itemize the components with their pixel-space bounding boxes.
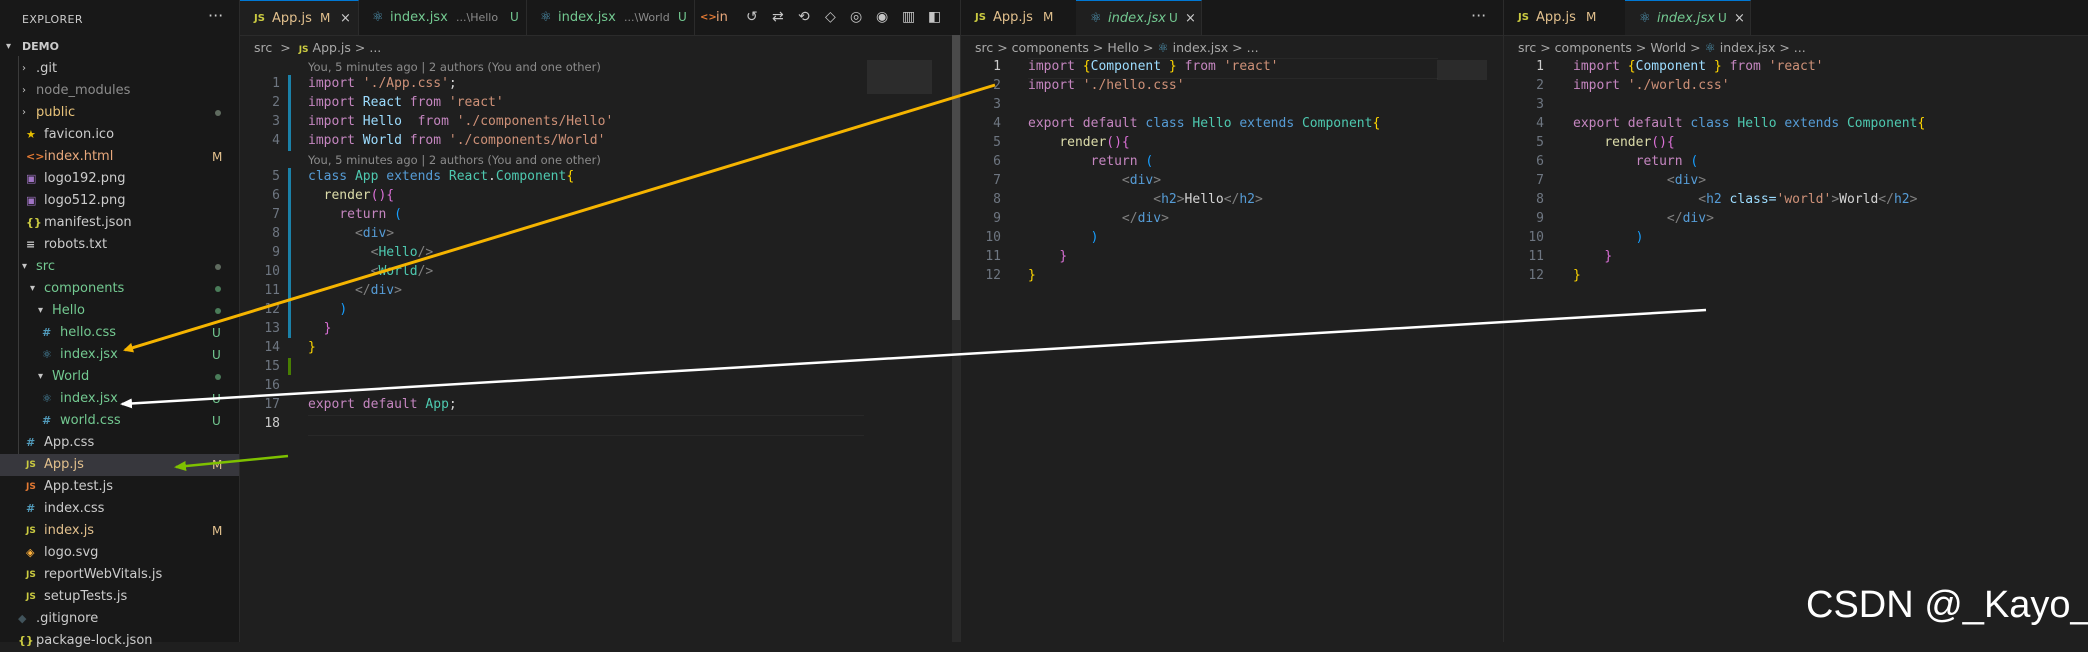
annotation-arrows bbox=[120, 83, 1707, 471]
watermark: CSDN @_Kayo_ bbox=[1806, 584, 2088, 626]
white-arrow bbox=[120, 308, 1707, 409]
green-arrow bbox=[174, 454, 289, 471]
orange-arrow bbox=[123, 83, 996, 353]
